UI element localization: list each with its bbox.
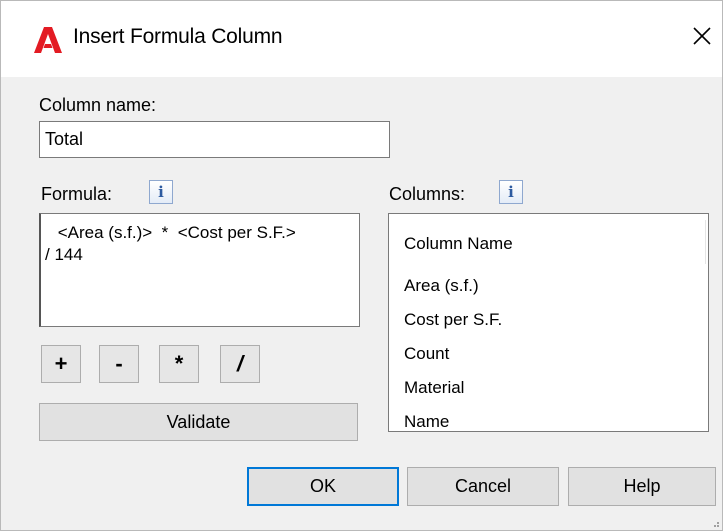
list-item[interactable]: Material (404, 378, 502, 412)
resize-grip-icon[interactable] (710, 518, 720, 528)
list-item[interactable]: Name (404, 412, 502, 446)
multiply-operator-button[interactable]: * (159, 345, 199, 383)
column-name-input[interactable]: Total (39, 121, 390, 158)
plus-operator-button[interactable]: + (41, 345, 81, 383)
help-button[interactable]: Help (568, 467, 716, 506)
formula-text-line-1: <Area (s.f.)> * <Cost per S.F.> (53, 223, 296, 242)
minus-operator-button[interactable]: - (99, 345, 139, 383)
ok-button[interactable]: OK (247, 467, 399, 506)
window-title: Insert Formula Column (73, 25, 283, 48)
formula-text-line-2: / 144 (45, 245, 83, 264)
divide-operator-button[interactable]: / (220, 345, 260, 383)
columns-list-items: Area (s.f.) Cost per S.F. Count Material… (404, 276, 502, 446)
columns-list[interactable]: Column Name Area (s.f.) Cost per S.F. Co… (388, 213, 709, 432)
title-bar: Insert Formula Column (1, 1, 722, 77)
formula-info-icon[interactable]: i (149, 180, 173, 204)
list-item[interactable]: Cost per S.F. (404, 310, 502, 344)
column-name-header[interactable]: Column Name (404, 234, 513, 254)
insert-formula-column-dialog: Insert Formula Column Column name: Total… (0, 0, 723, 531)
formula-label: Formula: (41, 184, 113, 204)
list-item[interactable]: Area (s.f.) (404, 276, 502, 310)
columns-label: Columns: (389, 184, 466, 204)
list-item[interactable]: Count (404, 344, 502, 378)
close-icon[interactable] (687, 21, 717, 51)
column-name-label: Column name: (39, 95, 157, 115)
validate-button[interactable]: Validate (39, 403, 358, 441)
formula-textarea[interactable]: <Area (s.f.)> * <Cost per S.F.> / 144 (39, 213, 360, 327)
autocad-logo-icon (34, 27, 62, 53)
cancel-button[interactable]: Cancel (407, 467, 559, 506)
columns-info-icon[interactable]: i (499, 180, 523, 204)
header-divider (705, 220, 706, 264)
